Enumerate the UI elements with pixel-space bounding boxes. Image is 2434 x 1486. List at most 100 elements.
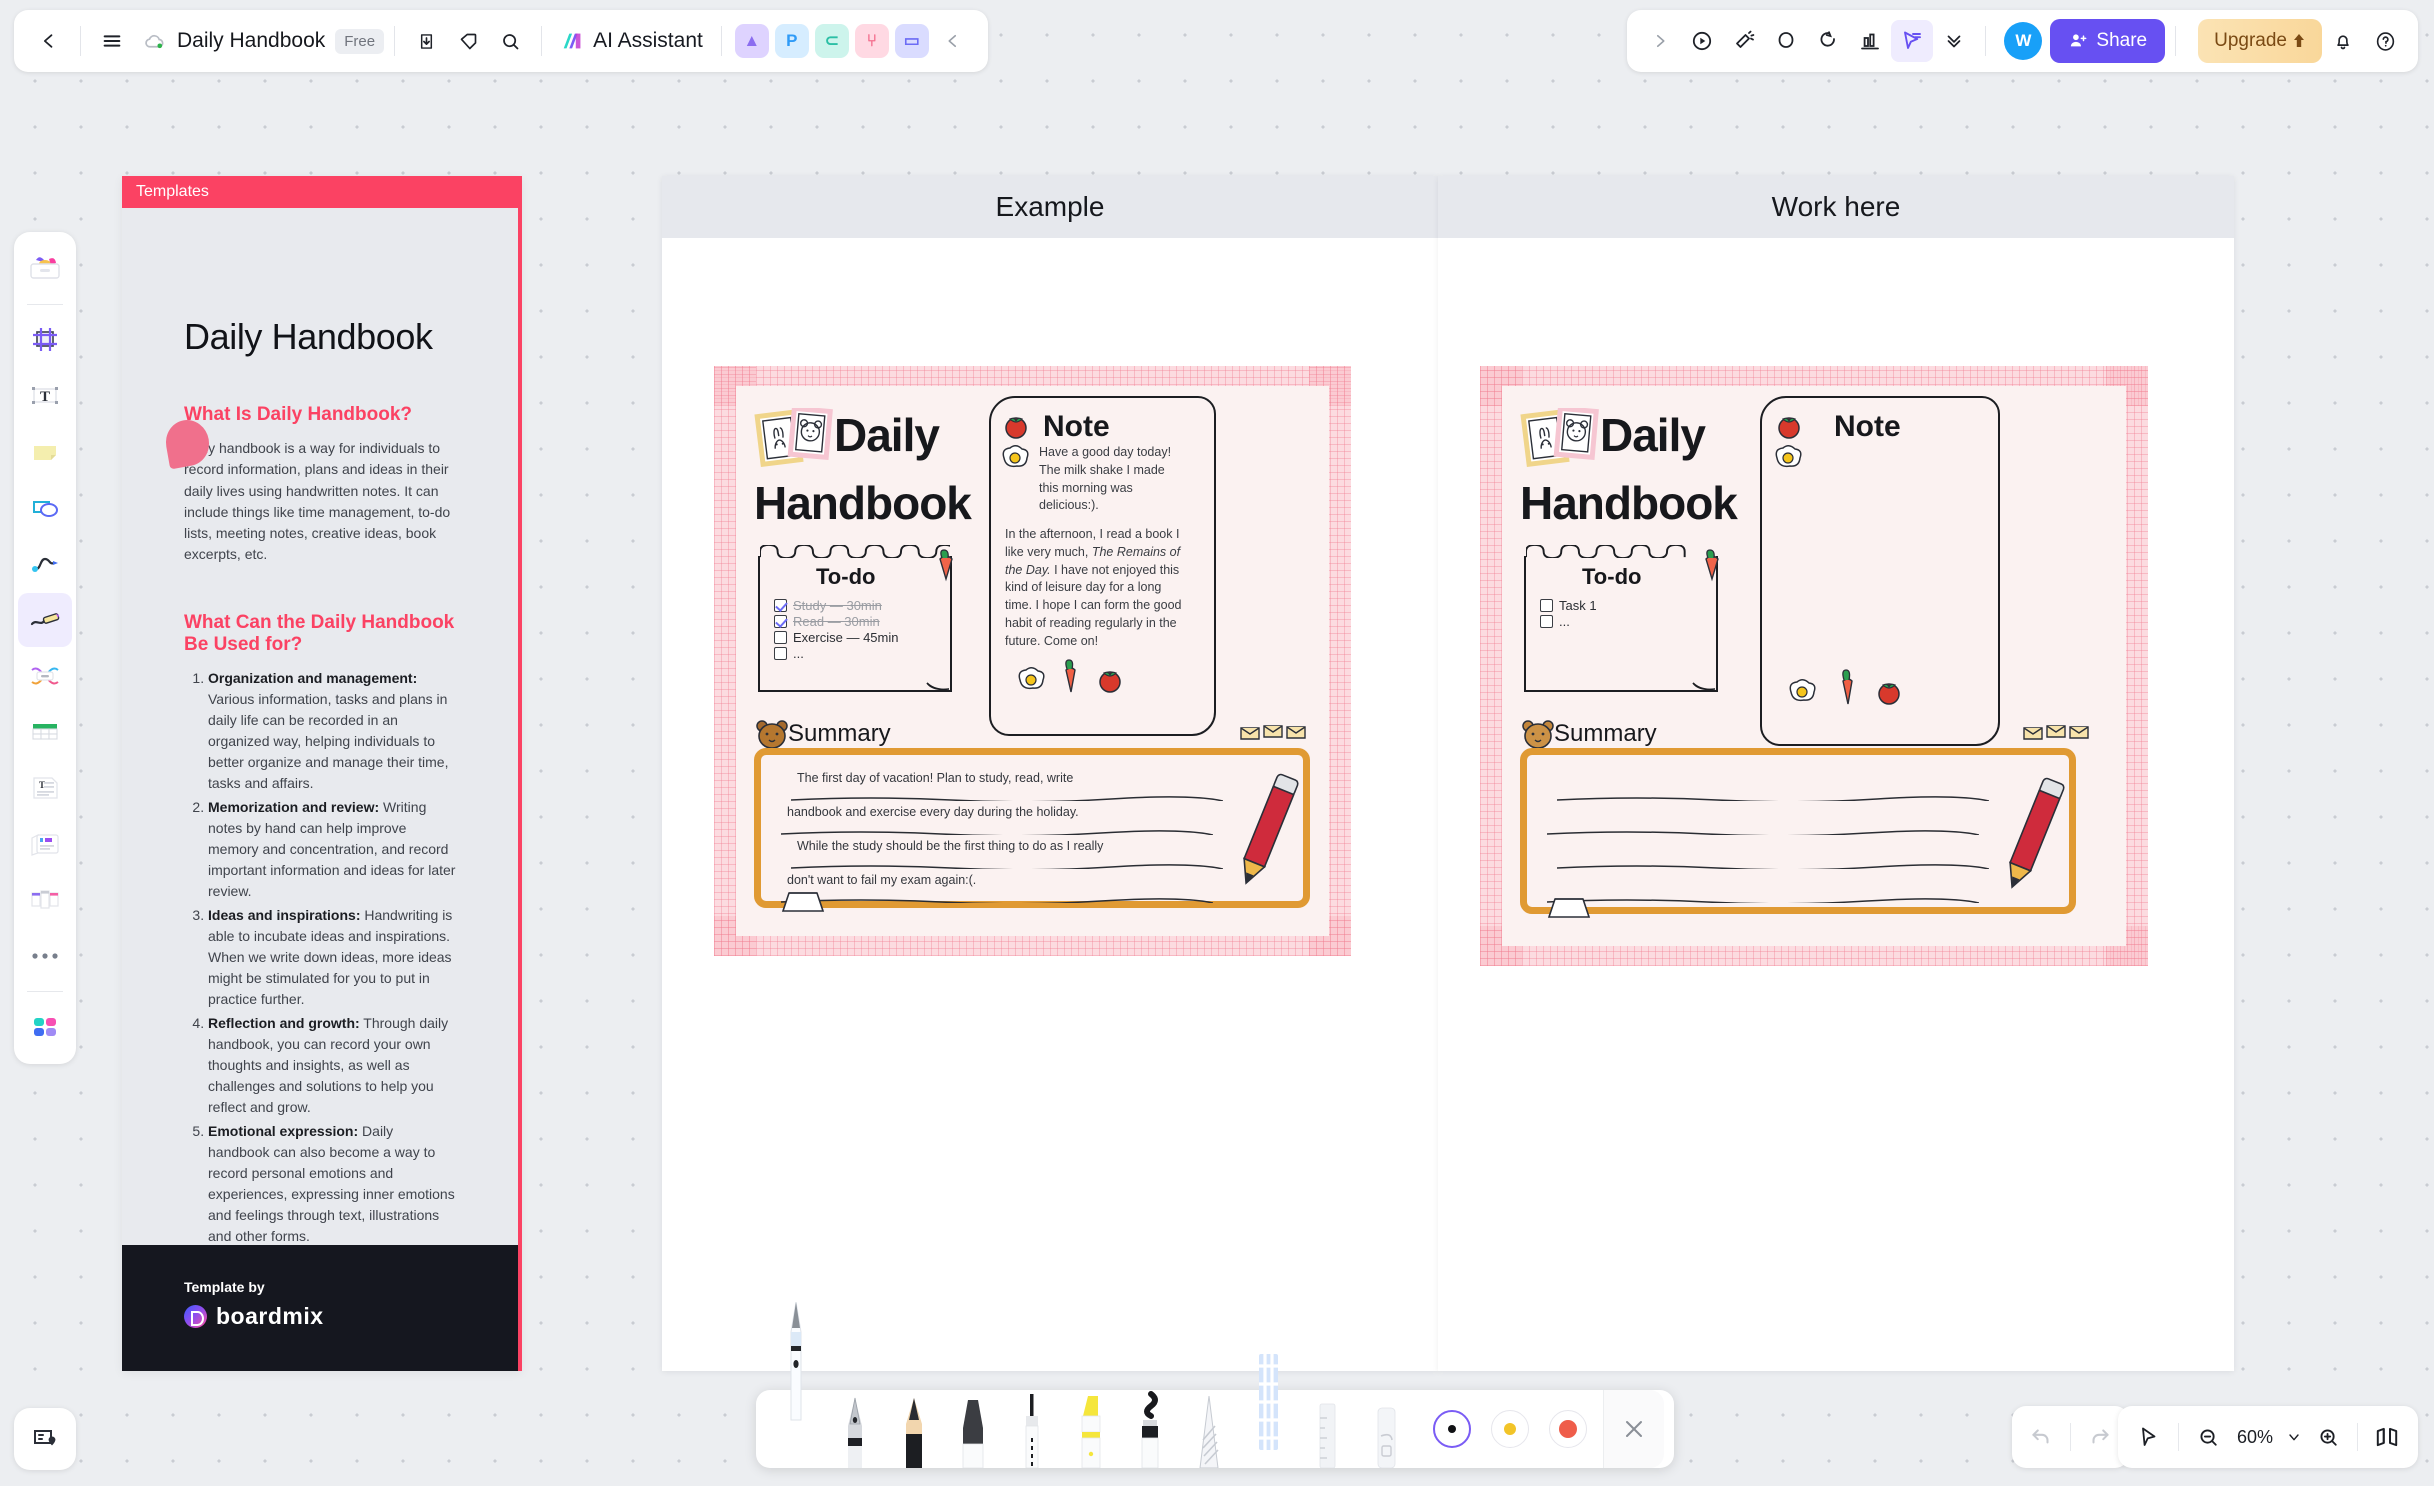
fineliner-tool[interactable] bbox=[1002, 1390, 1061, 1468]
frame-work[interactable]: Work here Daily Handbook Note To-do Task… bbox=[1438, 176, 2234, 1371]
summary-row[interactable]: don't want to fail my exam again:(. bbox=[781, 873, 1237, 905]
work-todo-list[interactable]: Task 1... bbox=[1540, 598, 1597, 630]
expand-right-icon[interactable] bbox=[1639, 20, 1681, 62]
todo-checkbox[interactable] bbox=[774, 599, 787, 612]
todo-checkbox[interactable] bbox=[774, 631, 787, 644]
upgrade-button[interactable]: Upgrade bbox=[2198, 19, 2322, 63]
work-handbook-page[interactable]: Daily Handbook Note To-do Task 1 ... Sum… bbox=[1480, 366, 2148, 966]
mindmap-tool[interactable] bbox=[18, 649, 72, 703]
present-icon[interactable] bbox=[1681, 20, 1723, 62]
timer-icon[interactable] bbox=[1807, 20, 1849, 62]
todo-item[interactable]: Read — 30min bbox=[774, 614, 898, 629]
chevrons-down-icon[interactable] bbox=[1933, 20, 1975, 62]
todo-item[interactable]: Task 1 bbox=[1540, 598, 1597, 613]
close-icon[interactable] bbox=[1603, 1390, 1664, 1468]
pencil-tool[interactable] bbox=[884, 1390, 943, 1468]
download-icon[interactable] bbox=[405, 20, 447, 62]
ai-assistant-button[interactable]: AI Assistant bbox=[552, 20, 711, 62]
color-swatch-red[interactable] bbox=[1539, 1390, 1597, 1468]
resources-tool[interactable] bbox=[18, 1000, 72, 1054]
cursor-select-icon[interactable] bbox=[2128, 1416, 2170, 1458]
todo-checkbox[interactable] bbox=[1540, 599, 1553, 612]
more-tools[interactable] bbox=[18, 929, 72, 983]
todo-checkbox[interactable] bbox=[774, 615, 787, 628]
todo-item[interactable]: ... bbox=[1540, 614, 1597, 629]
help-circle-icon[interactable] bbox=[2364, 20, 2406, 62]
avatar[interactable]: W bbox=[2004, 22, 2043, 60]
document-tool[interactable]: T bbox=[18, 761, 72, 815]
vote-chart-icon[interactable] bbox=[1849, 20, 1891, 62]
table-tool[interactable] bbox=[18, 705, 72, 759]
tag-icon[interactable] bbox=[447, 20, 489, 62]
highlighter-tool[interactable] bbox=[1061, 1390, 1120, 1468]
marker-tool[interactable] bbox=[943, 1390, 1002, 1468]
zoom-level[interactable]: 60% bbox=[2229, 1427, 2281, 1448]
fountain-pen-tool[interactable] bbox=[825, 1390, 884, 1468]
work-todo-paper[interactable]: To-do Task 1... bbox=[1524, 545, 1719, 692]
color-swatch-black[interactable] bbox=[1423, 1390, 1481, 1468]
frame-work-title[interactable]: Work here bbox=[1438, 176, 2234, 238]
card-tool[interactable] bbox=[18, 817, 72, 871]
board-location-icon[interactable] bbox=[14, 1408, 76, 1470]
ruler-tool[interactable] bbox=[1297, 1390, 1356, 1468]
zoom-out-icon[interactable] bbox=[2187, 1416, 2229, 1458]
ai-mindmap-chip[interactable]: ⊂ bbox=[814, 24, 849, 58]
cursor-chat-icon[interactable] bbox=[1891, 20, 1934, 62]
zoom-in-icon[interactable] bbox=[2307, 1416, 2349, 1458]
stylus-pen-tool[interactable] bbox=[766, 1302, 825, 1468]
comment-icon[interactable] bbox=[1765, 20, 1807, 62]
pen-tool[interactable] bbox=[18, 593, 72, 647]
frame-tool[interactable] bbox=[18, 313, 72, 367]
example-summary-frame[interactable]: The first day of vacation! Plan to study… bbox=[754, 748, 1310, 912]
ai-flowchart-chip[interactable]: ⑂ bbox=[854, 24, 889, 58]
minimap-icon[interactable] bbox=[2366, 1416, 2408, 1458]
ai-chat-chip[interactable]: ▭ bbox=[894, 24, 929, 58]
work-note-paper[interactable]: Note bbox=[1760, 396, 2000, 746]
frame-example[interactable]: Example Daily Handbook Note Have a good … bbox=[662, 176, 1438, 1371]
share-button[interactable]: Share bbox=[2050, 19, 2166, 63]
todo-item[interactable]: ... bbox=[774, 646, 898, 661]
summary-row[interactable] bbox=[1547, 805, 2003, 837]
todo-checkbox[interactable] bbox=[1540, 615, 1553, 628]
chevron-down-icon[interactable] bbox=[2281, 1416, 2307, 1458]
redo-icon[interactable] bbox=[2079, 1416, 2121, 1458]
example-note-paper[interactable]: Note Have a good day today! The milk sha… bbox=[989, 396, 1216, 736]
example-handbook-page[interactable]: Daily Handbook Note Have a good day toda… bbox=[714, 366, 1351, 956]
document-icon: T bbox=[33, 777, 58, 799]
summary-row[interactable]: The first day of vacation! Plan to study… bbox=[791, 771, 1247, 803]
todo-checkbox[interactable] bbox=[774, 647, 787, 660]
templates-tool[interactable] bbox=[18, 242, 72, 296]
example-todo-paper[interactable]: To-do Study — 30min Read — 30min Exercise … bbox=[758, 545, 953, 692]
text-tool[interactable]: T bbox=[18, 369, 72, 423]
ai-ppt-chip[interactable]: P bbox=[774, 24, 809, 58]
undo-icon[interactable] bbox=[2020, 1416, 2062, 1458]
megaphone-icon[interactable] bbox=[1723, 20, 1765, 62]
plan-badge[interactable]: Free bbox=[335, 28, 385, 54]
sticky-note-tool[interactable] bbox=[18, 425, 72, 479]
document-title[interactable]: Daily Handbook bbox=[177, 29, 325, 53]
connector-tool[interactable] bbox=[18, 537, 72, 591]
back-icon[interactable] bbox=[28, 20, 70, 62]
summary-row[interactable] bbox=[1557, 771, 2013, 803]
brush-tool[interactable] bbox=[1120, 1390, 1179, 1468]
collapse-left-icon[interactable] bbox=[932, 20, 974, 62]
ai-image-chip[interactable]: ▲ bbox=[734, 24, 769, 58]
example-todo-list[interactable]: Study — 30min Read — 30min Exercise — 45mi… bbox=[774, 598, 898, 662]
washi-tape-tool[interactable] bbox=[1238, 1354, 1297, 1468]
shape-tool[interactable] bbox=[18, 481, 72, 535]
summary-row[interactable]: While the study should be the first thin… bbox=[791, 839, 1247, 871]
search-icon[interactable] bbox=[489, 20, 531, 62]
todo-item[interactable]: Study — 30min bbox=[774, 598, 898, 613]
hamburger-menu-icon[interactable] bbox=[91, 20, 133, 62]
work-summary-frame[interactable] bbox=[1520, 748, 2076, 918]
todo-item[interactable]: Exercise — 45min bbox=[774, 630, 898, 645]
color-swatch-yellow[interactable] bbox=[1481, 1390, 1539, 1468]
frame-example-title[interactable]: Example bbox=[662, 176, 1438, 238]
crayon-tool[interactable] bbox=[1179, 1390, 1238, 1468]
eraser-tool[interactable] bbox=[1356, 1390, 1415, 1468]
summary-row[interactable] bbox=[1557, 839, 2013, 871]
notification-bell-icon[interactable] bbox=[2322, 20, 2364, 62]
kanban-tool[interactable] bbox=[18, 873, 72, 927]
summary-row[interactable]: handbook and exercise every day during t… bbox=[781, 805, 1237, 837]
summary-row[interactable] bbox=[1547, 873, 2003, 905]
